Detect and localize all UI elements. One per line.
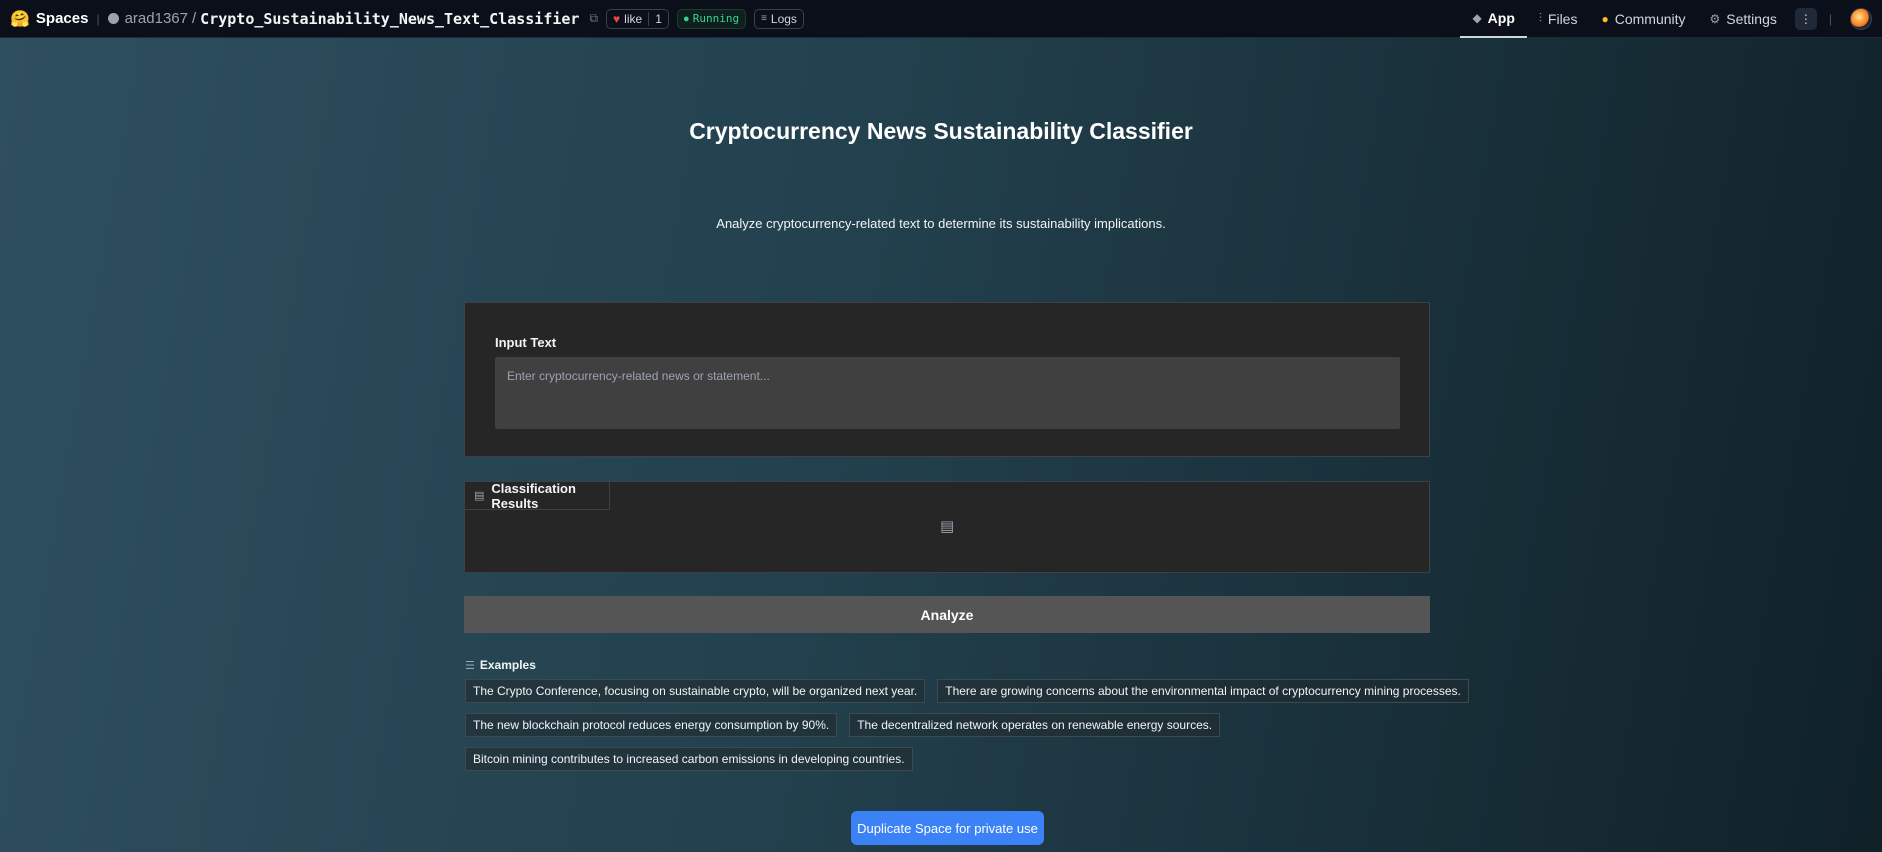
logs-label: Logs — [770, 11, 797, 26]
results-panel: ▤ Classification Results ▤ — [464, 481, 1430, 573]
empty-results-icon: ▤ — [940, 518, 955, 535]
example-item[interactable]: The Crypto Conference, focusing on susta… — [465, 679, 926, 703]
breadcrumb-separator: / — [192, 10, 197, 27]
spaces-brand[interactable]: 🤗 Spaces — [10, 9, 88, 29]
repo-owner-link[interactable]: arad1367 — [125, 10, 188, 27]
copy-icon[interactable]: ⧉ — [589, 11, 598, 26]
community-icon: ● — [1601, 11, 1609, 26]
more-menu-button[interactable]: ⋮ — [1794, 7, 1817, 30]
status-badge: ● Running — [676, 8, 747, 29]
tab-community[interactable]: ● Community — [1589, 0, 1697, 38]
more-icon: ⋮ — [1799, 11, 1812, 26]
results-label: Classification Results — [491, 480, 576, 511]
logs-icon: ≡ — [761, 13, 767, 24]
gear-icon: ⚙ — [1709, 11, 1721, 26]
logs-button[interactable]: ≡ Logs — [754, 8, 804, 29]
examples-list: The Crypto Conference, focusing on susta… — [465, 679, 1469, 781]
tab-settings-label: Settings — [1726, 10, 1777, 27]
status-label: Running — [692, 12, 740, 25]
divider: | — [1828, 11, 1832, 26]
example-item[interactable]: There are growing concerns about the env… — [937, 679, 1469, 703]
hugging-face-logo-icon: 🤗 — [10, 10, 30, 28]
repo-name-link[interactable]: Crypto_Sustainability_News_Text_Classifi… — [200, 10, 579, 28]
example-item[interactable]: The new blockchain protocol reduces ener… — [465, 713, 838, 737]
repo-breadcrumb: arad1367 / Crypto_Sustainability_News_Te… — [107, 10, 598, 28]
app-icon: ◆ — [1472, 10, 1482, 25]
examples-label: Examples — [479, 658, 536, 672]
input-textarea[interactable]: Enter cryptocurrency-related news or sta… — [495, 357, 1400, 429]
input-panel: Input Text Enter cryptocurrency-related … — [464, 302, 1430, 457]
space-nav: ◆ App ⫶ Files ● Community ⚙ Settings ⋮ | — [1460, 0, 1872, 38]
like-label: like — [624, 11, 643, 26]
user-avatar[interactable] — [1850, 7, 1872, 30]
results-label-tab: ▤ Classification Results — [465, 480, 610, 511]
owner-avatar-icon — [107, 13, 119, 24]
examples-row: The new blockchain protocol reduces ener… — [465, 713, 1435, 737]
tab-files[interactable]: ⫶ Files — [1527, 0, 1590, 38]
page-title: Cryptocurrency News Sustainability Class… — [689, 118, 1193, 144]
status-dot-icon: ● — [683, 14, 689, 23]
tab-app[interactable]: ◆ App — [1460, 0, 1527, 38]
tab-settings[interactable]: ⚙ Settings — [1698, 0, 1789, 38]
brand-label: Spaces — [35, 10, 89, 27]
example-item[interactable]: The decentralized network operates on re… — [849, 713, 1221, 737]
list-icon: ☰ — [465, 659, 475, 672]
input-label: Input Text — [495, 335, 557, 350]
divider: | — [96, 11, 100, 26]
example-item[interactable]: Bitcoin mining contributes to increased … — [465, 747, 913, 771]
analyze-button[interactable]: Analyze — [464, 596, 1430, 633]
examples-header: ☰ Examples — [465, 658, 536, 672]
examples-row: The Crypto Conference, focusing on susta… — [465, 679, 1469, 703]
duplicate-space-button[interactable]: Duplicate Space for private use — [851, 811, 1044, 845]
page-description: Analyze cryptocurrency-related text to d… — [716, 216, 1166, 231]
tab-app-label: App — [1487, 9, 1515, 26]
tab-community-label: Community — [1614, 10, 1686, 27]
top-bar: 🤗 Spaces | arad1367 / Crypto_Sustainabil… — [0, 0, 1882, 38]
files-icon: ⫶ — [1538, 11, 1542, 25]
tab-files-label: Files — [1547, 10, 1578, 27]
app-area: Cryptocurrency News Sustainability Class… — [0, 38, 1882, 852]
examples-row: Bitcoin mining contributes to increased … — [465, 747, 1435, 771]
bar-chart-icon: ▤ — [474, 490, 485, 502]
heart-icon: ♥ — [613, 11, 621, 26]
like-count: 1 — [648, 11, 662, 26]
like-button[interactable]: ♥ like 1 — [606, 8, 669, 29]
